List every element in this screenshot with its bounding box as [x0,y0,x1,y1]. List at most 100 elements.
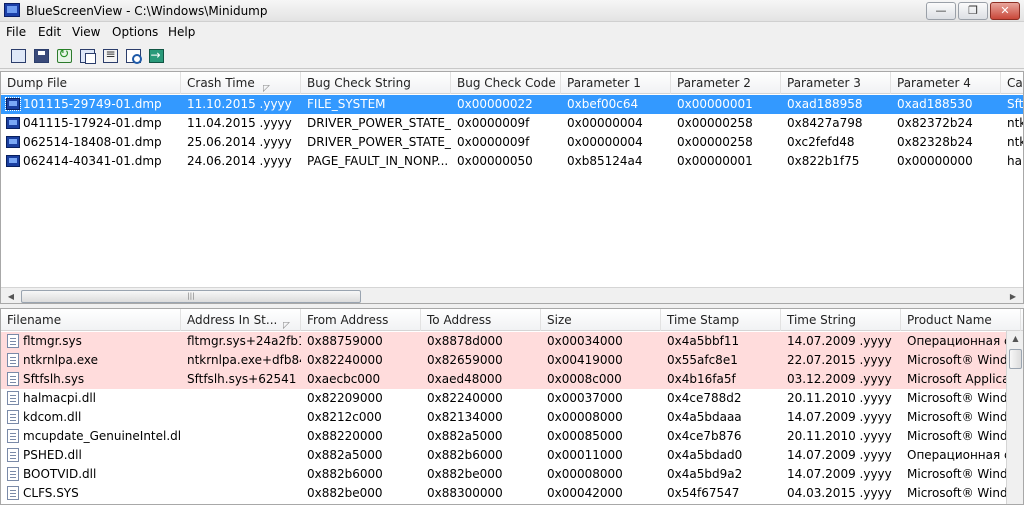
dump-cell-parameter-3: 0xad188958 [787,97,863,111]
module-cell-to-address: 0x882be000 [427,467,503,481]
col-parameter-4[interactable]: Parameter 4 [891,72,1001,94]
module-cell-size: 0x00037000 [547,391,623,405]
scroll-thumb[interactable] [1009,349,1022,369]
find-button[interactable] [123,46,143,66]
copy-button[interactable] [77,46,97,66]
dump-row[interactable]: 041115-17924-01.dmp 11.04.2015 .yyyy DRIVE… [1,114,1023,133]
save-button[interactable] [31,46,51,66]
col-bug-check-code[interactable]: Bug Check Code [451,72,561,94]
copy-icon [79,49,96,64]
maximize-button[interactable]: ❐ [958,2,988,20]
module-cell-address-in-st-: ntkrnlpa.exe+dfb84 [187,353,301,367]
module-cell-to-address: 0x82240000 [427,391,503,405]
dump-cell-bug-check-string: DRIVER_POWER_STATE_... [307,135,451,149]
dump-row[interactable]: 062514-18408-01.dmp 25.06.2014 .yyyy DRIVE… [1,133,1023,152]
col-time-stamp[interactable]: Time Stamp [661,309,781,331]
module-cell-filename: halmacpi.dll [23,391,96,405]
module-cell-time-string: 22.07.2015 .yyyy [787,353,892,367]
module-cell-from-address: 0x882be000 [307,486,383,500]
module-row[interactable]: fltmgr.sys fltmgr.sys+24a2fb18 0x88759000 0… [1,332,1023,351]
module-cell-time-stamp: 0x4ce7b876 [667,429,742,443]
module-cell-size: 0x00008000 [547,410,623,424]
refresh-button[interactable] [54,46,74,66]
module-cell-from-address: 0x882a5000 [307,448,383,462]
dump-cell-parameter-4: 0x82328b24 [897,135,973,149]
module-list-vertical-scrollbar[interactable]: ▲ [1006,331,1023,504]
col-dump-file[interactable]: Dump File [1,72,181,94]
scroll-thumb[interactable]: ||| [21,290,361,303]
properties-button[interactable] [100,46,120,66]
col-bug-check-string[interactable]: Bug Check String [301,72,451,94]
module-cell-time-stamp: 0x4b16fa5f [667,372,736,386]
module-row[interactable]: CLFS.SYS 0x882be000 0x88300000 0x00042000 0x… [1,484,1023,503]
dump-list-horizontal-scrollbar[interactable]: ◀ ||| ▶ [1,287,1023,303]
module-cell-time-string: 04.03.2015 .yyyy [787,486,892,500]
col-from-address[interactable]: From Address [301,309,421,331]
module-row[interactable]: Sftfslh.sys Sftfslh.sys+62541 0xaecbc000 0x… [1,370,1023,389]
module-row[interactable]: BOOTVID.dll 0x882b6000 0x882be000 0x0000800… [1,465,1023,484]
col-product-name[interactable]: Product Name [901,309,1021,331]
dump-cell-cau: Sftf [1007,97,1024,111]
module-cell-product-name: Операционная си [907,334,1006,348]
module-cell-time-string: 20.11.2010 .yyyy [787,429,892,443]
scroll-up-icon[interactable]: ▲ [1007,331,1023,347]
window-title: BlueScreenView - C:\Windows\Minidump [26,4,268,18]
menu-help[interactable]: Help [168,25,195,39]
module-cell-to-address: 0x8878d000 [427,334,503,348]
col-parameter-1[interactable]: Parameter 1 [561,72,671,94]
properties-icon [102,47,118,63]
dump-cell-bug-check-code: 0x0000009f [457,116,530,130]
module-row[interactable]: ntkrnlpa.exe ntkrnlpa.exe+dfb84 0x82240000… [1,351,1023,370]
col-caused-by[interactable]: Cau [1001,72,1023,94]
scroll-left-icon[interactable]: ◀ [3,289,19,303]
col-crash-time[interactable]: Crash Time ◸ [181,72,301,94]
open-icon [10,49,26,63]
menu-options[interactable]: Options [112,25,158,39]
module-cell-filename: mcupdate_GenuineIntel.dll [23,429,181,443]
dump-list[interactable]: Dump File Crash Time ◸ Bug Check String … [0,71,1024,304]
module-cell-from-address: 0x88220000 [307,429,383,443]
exit-button[interactable] [146,46,166,66]
close-button[interactable]: ✕ [990,2,1020,20]
module-cell-time-string: 14.07.2009 .yyyy [787,448,892,462]
dump-cell-parameter-1: 0x00000004 [567,135,643,149]
dump-row[interactable]: 062414-40341-01.dmp 24.06.2014 .yyyy PAGE_… [1,152,1023,171]
dump-cell-bug-check-string: PAGE_FAULT_IN_NONP... [307,154,449,168]
module-cell-size: 0x00419000 [547,353,623,367]
menu-view[interactable]: View [72,25,100,39]
col-address-in-stack-label: Address In St... [187,313,278,327]
module-cell-time-stamp: 0x4ce788d2 [667,391,742,405]
module-cell-to-address: 0x82659000 [427,353,503,367]
menu-file[interactable]: File [6,25,26,39]
menu-edit[interactable]: Edit [38,25,61,39]
module-cell-time-string: 14.07.2009 .yyyy [787,410,892,424]
col-parameter-3[interactable]: Parameter 3 [781,72,891,94]
dump-cell-parameter-2: 0x00000258 [677,116,753,130]
scroll-right-icon[interactable]: ▶ [1005,289,1021,303]
sort-ascending-icon: ◸ [283,321,290,331]
module-cell-filename: ntkrnlpa.exe [23,353,98,367]
module-row[interactable]: PSHED.dll 0x882a5000 0x882b6000 0x00011000 0… [1,446,1023,465]
col-time-string[interactable]: Time String [781,309,901,331]
dump-cell-bug-check-code: 0x0000009f [457,135,530,149]
dump-row[interactable]: 101115-29749-01.dmp 11.10.2015 .yyyy FILE_… [1,95,1024,114]
open-button[interactable] [8,46,28,66]
dump-cell-bug-check-code: 0x00000050 [457,154,533,168]
col-to-address[interactable]: To Address [421,309,541,331]
dump-cell-parameter-2: 0x00000258 [677,135,753,149]
col-address-in-stack[interactable]: Address In St... ◸ [181,309,301,331]
dump-cell-parameter-2: 0x00000001 [677,154,753,168]
module-list[interactable]: Filename Address In St... ◸ From Address… [0,308,1024,505]
module-cell-from-address: 0x82209000 [307,391,383,405]
col-filename[interactable]: Filename [1,309,181,331]
module-row[interactable]: halmacpi.dll 0x82209000 0x82240000 0x000370… [1,389,1023,408]
module-row[interactable]: mcupdate_GenuineIntel.dll 0x88220000 0x882… [1,427,1023,446]
module-cell-to-address: 0x82134000 [427,410,503,424]
module-cell-filename: Sftfslh.sys [23,372,85,386]
col-size[interactable]: Size [541,309,661,331]
module-row[interactable]: kdcom.dll 0x8212c000 0x82134000 0x00008000 0… [1,408,1023,427]
menu-bar: File Edit View Options Help [0,22,1024,42]
minimize-button[interactable]: — [926,2,956,20]
module-list-header: Filename Address In St... ◸ From Address… [1,309,1023,331]
col-parameter-2[interactable]: Parameter 2 [671,72,781,94]
